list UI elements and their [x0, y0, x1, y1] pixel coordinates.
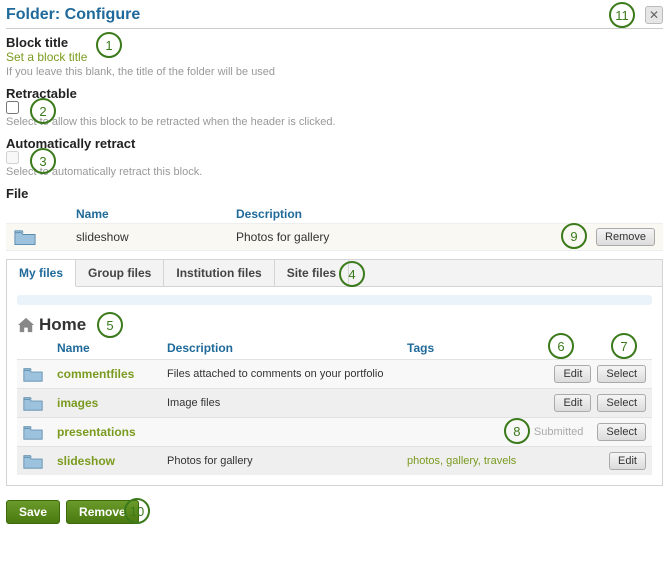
save-button[interactable]: Save: [6, 500, 60, 524]
selected-file-name: slideshow: [76, 230, 236, 244]
selected-file-row: slideshow Photos for gallery Remove 9: [6, 223, 663, 251]
remove-block-button[interactable]: Remove: [66, 500, 139, 524]
list-col-name[interactable]: Name: [57, 341, 167, 355]
breadcrumb: Home 5: [17, 315, 652, 335]
folder-icon: [23, 454, 43, 469]
row-actions: Edit Select: [554, 365, 646, 383]
retractable-checkbox[interactable]: [6, 101, 19, 114]
select-button[interactable]: Select: [597, 365, 646, 383]
tag-link[interactable]: gallery: [446, 455, 478, 467]
folder-tags: photos, gallery, travels: [407, 455, 609, 467]
folder-desc: Image files: [167, 397, 407, 409]
file-label: File: [6, 186, 663, 201]
row-actions: Submitted8Select: [534, 423, 646, 441]
auto-retract-label: Automatically retract: [6, 136, 663, 151]
file-col-desc: Description: [236, 207, 436, 221]
select-button[interactable]: Select: [597, 394, 646, 412]
folder-desc: Files attached to comments on your portf…: [167, 368, 407, 380]
retractable-hint: Select to allow this block to be retract…: [6, 116, 663, 128]
retractable-label: Retractable: [6, 86, 663, 101]
edit-button[interactable]: Edit: [609, 452, 646, 470]
list-item: commentfilesFiles attached to comments o…: [17, 359, 652, 388]
edit-button[interactable]: Edit: [554, 394, 591, 412]
list-col-tags[interactable]: Tags: [407, 341, 652, 355]
folder-name-link[interactable]: images: [57, 396, 167, 410]
auto-retract-checkbox[interactable]: [6, 151, 19, 164]
callout-11: 11: [609, 2, 635, 28]
block-title-label: Block title: [6, 35, 663, 50]
dialog-title: Folder: Configure: [6, 6, 140, 24]
select-button[interactable]: Select: [597, 423, 646, 441]
tab-institution-files[interactable]: Institution files: [164, 260, 274, 286]
close-button[interactable]: ✕: [645, 6, 663, 24]
file-col-name: Name: [76, 207, 236, 221]
folder-name-link[interactable]: commentfiles: [57, 367, 167, 381]
list-item: imagesImage files Edit Select: [17, 388, 652, 417]
folder-name-link[interactable]: presentations: [57, 425, 167, 439]
folder-desc: Photos for gallery: [167, 455, 407, 467]
close-icon: ✕: [649, 8, 659, 22]
breadcrumb-home[interactable]: Home: [39, 315, 86, 335]
folder-icon: [23, 367, 43, 382]
row-actions: Edit Select: [554, 394, 646, 412]
selected-file-desc: Photos for gallery: [236, 230, 596, 244]
tab-my-files[interactable]: My files: [7, 260, 76, 287]
edit-button[interactable]: Edit: [554, 365, 591, 383]
list-item: slideshowPhotos for galleryphotos, galle…: [17, 446, 652, 475]
file-tabs: My files Group files Institution files S…: [7, 260, 662, 287]
block-title-hint: If you leave this blank, the title of th…: [6, 66, 663, 78]
folder-icon: [23, 425, 43, 440]
folder-name-link[interactable]: slideshow: [57, 454, 167, 468]
tag-link[interactable]: travels: [484, 455, 516, 467]
tab-site-files[interactable]: Site files: [275, 260, 349, 286]
folder-icon: [14, 229, 36, 245]
set-block-title-link[interactable]: Set a block title: [6, 50, 663, 64]
list-item: presentationsSubmitted8Select: [17, 417, 652, 446]
quota-bar: [17, 295, 652, 305]
home-icon: [17, 317, 35, 333]
remove-file-button[interactable]: Remove: [596, 228, 655, 246]
auto-retract-hint: Select to automatically retract this blo…: [6, 166, 663, 178]
tag-link[interactable]: photos: [407, 455, 440, 467]
tab-group-files[interactable]: Group files: [76, 260, 164, 286]
row-actions: Edit: [609, 452, 646, 470]
list-col-desc[interactable]: Description: [167, 341, 407, 355]
folder-icon: [23, 396, 43, 411]
callout-8: 8: [504, 418, 530, 444]
callout-5: 5: [97, 312, 123, 338]
submitted-label: Submitted: [534, 426, 584, 438]
